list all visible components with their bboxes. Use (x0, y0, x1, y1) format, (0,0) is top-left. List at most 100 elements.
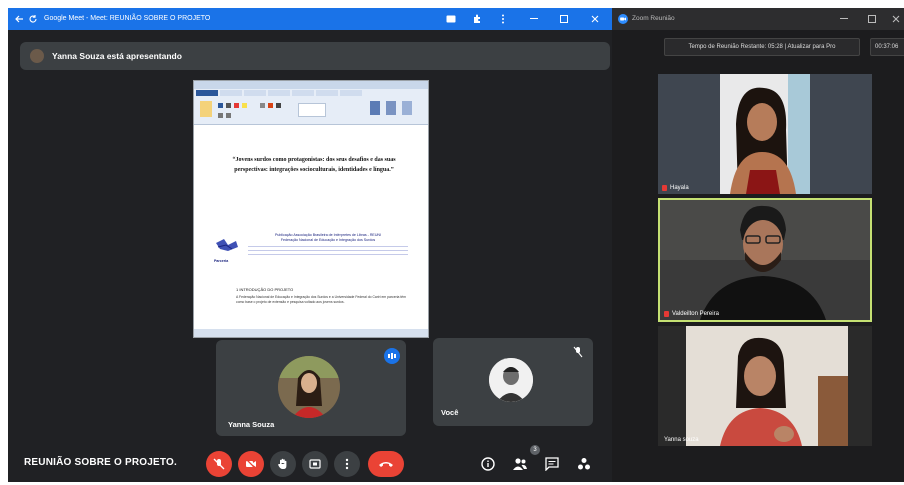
avatar (30, 49, 44, 63)
leave-call-button[interactable] (368, 451, 404, 477)
border-icon (276, 103, 281, 108)
mic-toggle-button[interactable] (206, 451, 232, 477)
participant-name: Hayala (670, 185, 689, 191)
logo-caption: Parceria (214, 259, 229, 263)
paste-icon (200, 101, 212, 117)
ribbon-tab-review (316, 90, 338, 96)
video-name-label: Hayala (662, 185, 689, 191)
participant-name: Você (441, 408, 459, 417)
participant-tile-yanna[interactable]: Yanna Souza (216, 340, 406, 436)
participants-count-badge: 3 (530, 445, 540, 455)
mic-off-icon (573, 346, 583, 358)
speaking-indicator-icon (384, 348, 400, 364)
video-tile-yanna[interactable]: Yanna souza (658, 326, 872, 446)
bold-icon (218, 103, 223, 108)
document-quote: “Jovens surdos como protagonistas: dos s… (232, 157, 396, 173)
video-tile-hayala[interactable]: Hayala (658, 74, 872, 194)
more-options-button[interactable] (334, 451, 360, 477)
zoom-window: Zoom Reunião Tempo de Reunião Restante: … (612, 8, 904, 482)
ribbon-tab-insert (244, 90, 266, 96)
meeting-details-button[interactable] (478, 454, 498, 474)
presenting-banner: Yanna Souza está apresentando (20, 42, 610, 70)
participant-name: Valdeilton Pereira (672, 311, 719, 317)
more-vert-icon[interactable] (501, 14, 505, 24)
camera-off-icon (245, 458, 257, 470)
ribbon-tab-home (220, 90, 242, 96)
presenting-text: Yanna Souza está apresentando (52, 51, 182, 61)
extension-icon[interactable] (472, 14, 482, 24)
avatar (278, 356, 340, 418)
meet-window-title: Google Meet - Meet: REUNIÃO SOBRE O PROJ… (44, 15, 211, 22)
list-icon (226, 113, 231, 118)
org-line: Federação Nacional de Educação e Integra… (280, 238, 376, 242)
reload-icon[interactable] (28, 14, 38, 24)
italic-icon (226, 103, 231, 108)
zoom-logo-icon (618, 14, 628, 24)
maximize-icon[interactable] (868, 15, 876, 23)
find-icon (370, 101, 380, 115)
participant-video (658, 74, 872, 194)
zoom-title-bar: Zoom Reunião (612, 8, 904, 30)
google-meet-window: Google Meet - Meet: REUNIÃO SOBRE O PROJ… (8, 8, 612, 482)
ribbon-tab-file (196, 90, 218, 96)
mic-off-icon (213, 458, 225, 470)
document-section-heading: 1 INTRODUÇÃO DO PROJETO (236, 287, 294, 292)
meet-title-bar: Google Meet - Meet: REUNIÃO SOBRE O PROJ… (8, 8, 612, 30)
info-icon (481, 457, 495, 471)
select-icon (402, 101, 412, 115)
close-icon[interactable] (591, 15, 599, 23)
styles-gallery-icon (298, 103, 326, 117)
mic-off-icon (662, 185, 667, 191)
chat-icon (545, 457, 559, 471)
mic-off-icon (664, 311, 669, 317)
shared-screen-document: “Jovens surdos como protagonistas: dos s… (193, 80, 429, 338)
shading-icon (268, 103, 273, 108)
document-organization: Publicação Associação Brasileira de Inté… (248, 233, 408, 255)
organization-logo-icon (216, 239, 238, 251)
present-button[interactable] (302, 451, 328, 477)
document-paragraph: A Federação Nacional de Educação e Integ… (236, 295, 407, 304)
replace-icon (386, 101, 396, 115)
participant-video (660, 200, 870, 320)
ribbon-tab-view (340, 90, 362, 96)
camera-toggle-button[interactable] (238, 451, 264, 477)
meeting-time-remaining-banner[interactable]: Tempo de Reunião Restante: 05:28 | Atual… (664, 38, 860, 56)
font-color-icon (234, 103, 239, 108)
minimize-icon[interactable] (530, 18, 538, 20)
participant-tile-self[interactable]: Você (433, 338, 593, 426)
participant-name: Yanna souza (664, 437, 699, 443)
document-status-bar (194, 329, 428, 337)
maximize-icon[interactable] (560, 15, 568, 23)
highlight-icon (242, 103, 247, 108)
video-tile-valdeilton[interactable]: Valdeilton Pereira (658, 198, 872, 322)
activities-button[interactable] (574, 454, 594, 474)
raise-hand-icon (278, 458, 287, 469)
activities-icon (578, 458, 590, 470)
avatar (489, 358, 533, 402)
align-icon (218, 113, 223, 118)
back-arrow-icon[interactable] (14, 14, 24, 24)
ribbon-tab-references (292, 90, 314, 96)
participant-video (658, 326, 872, 446)
people-icon (513, 458, 527, 470)
meeting-name: REUNIÃO SOBRE O PROJETO. (24, 457, 177, 468)
document-title-bar (194, 81, 428, 89)
document-ribbon (194, 89, 428, 125)
video-name-label: Yanna souza (664, 437, 699, 443)
ribbon-tab-layout (268, 90, 290, 96)
participant-name: Yanna Souza (228, 420, 275, 429)
minimize-icon[interactable] (840, 18, 848, 20)
document-page: “Jovens surdos como protagonistas: dos s… (200, 127, 424, 325)
raise-hand-button[interactable] (270, 451, 296, 477)
zoom-window-title: Zoom Reunião (632, 15, 675, 22)
present-icon (309, 459, 321, 469)
cast-icon[interactable] (446, 15, 456, 23)
indent-icon (260, 103, 265, 108)
close-icon[interactable] (892, 15, 900, 23)
participants-button[interactable] (510, 454, 530, 474)
video-name-label: Valdeilton Pereira (664, 311, 719, 317)
chat-button[interactable] (542, 454, 562, 474)
hangup-icon (379, 462, 393, 467)
meeting-clock: 00:37:06 (870, 38, 904, 56)
more-options-icon (345, 458, 349, 470)
